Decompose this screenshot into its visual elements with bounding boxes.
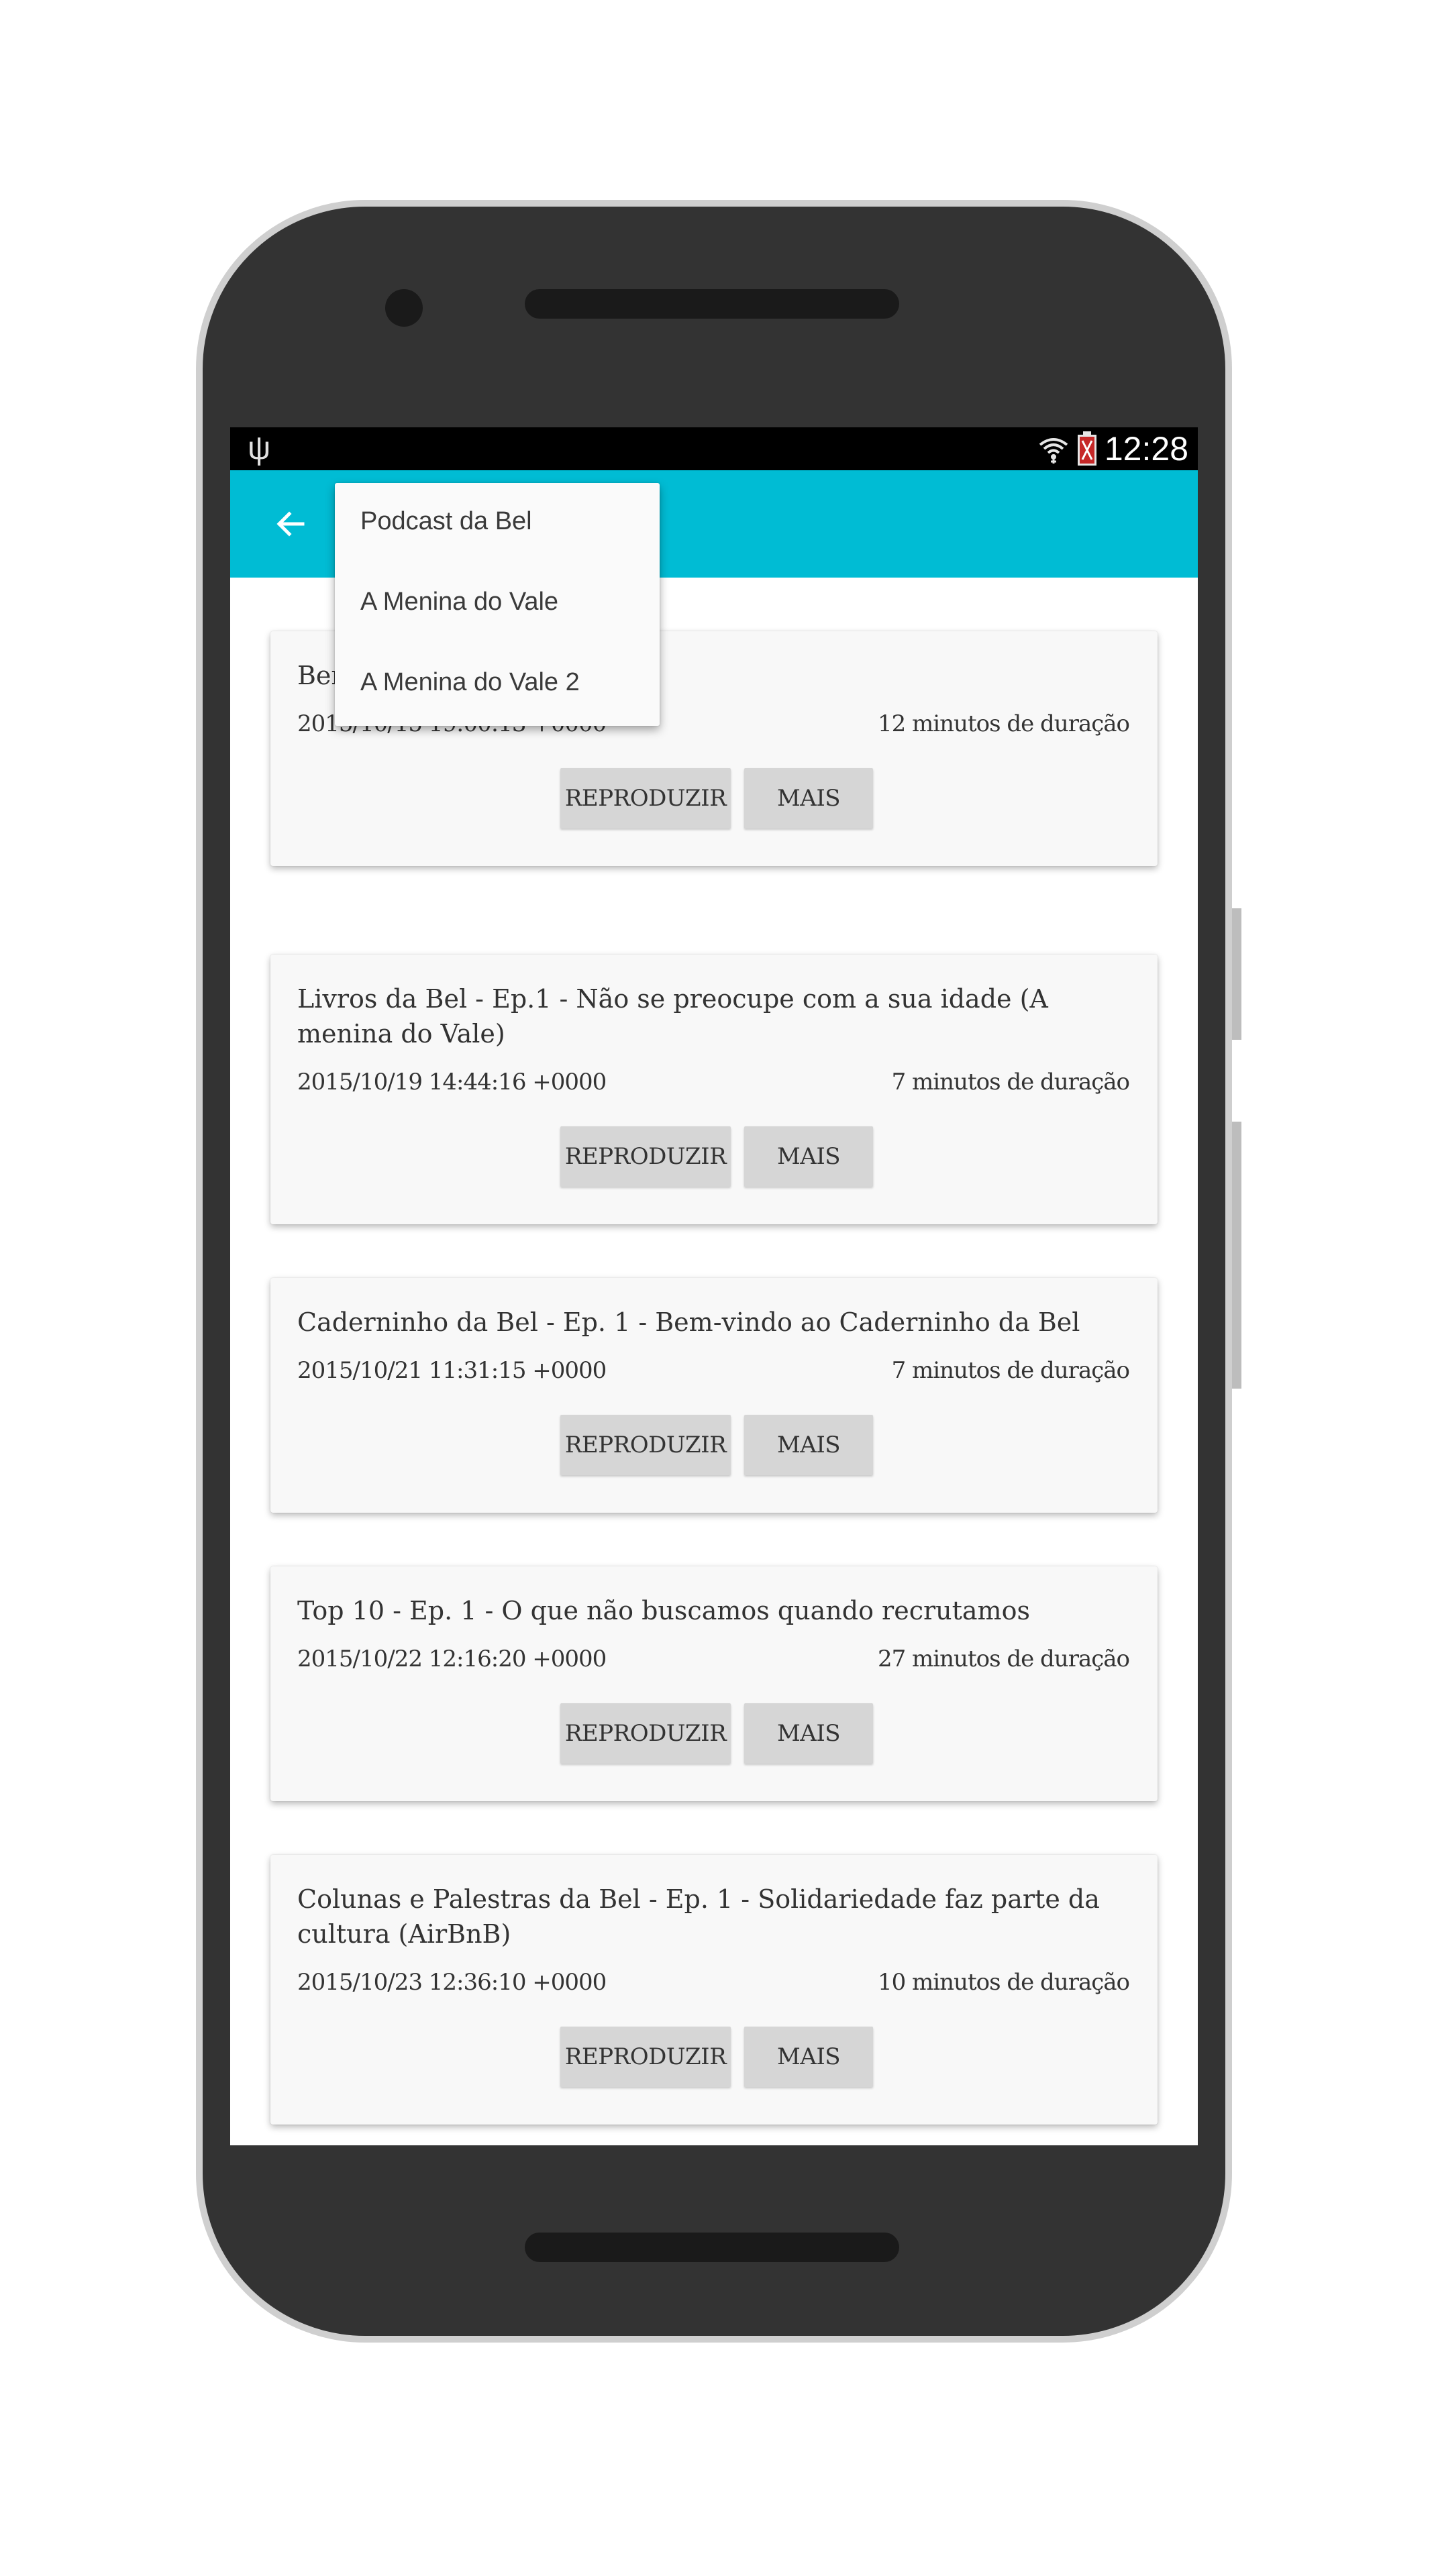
usb-icon: ψ bbox=[248, 431, 271, 466]
status-icons: 12:28 bbox=[1037, 427, 1188, 470]
episode-list[interactable]: Ben 2015/10/15 19:00:13 +0000 12 minutos… bbox=[230, 578, 1198, 2145]
episode-date: 2015/10/22 12:16:20 +0000 bbox=[297, 1646, 607, 1672]
volume-button bbox=[1232, 1122, 1241, 1389]
front-camera bbox=[385, 289, 423, 327]
episode-title: Livros da Bel - Ep.1 - Não se preocupe c… bbox=[297, 984, 1048, 1049]
episode-card: Caderninho da Bel - Ep. 1 - Bem-vindo ao… bbox=[270, 1278, 1158, 1513]
device-screen: ψ 12:28 Ben 12 minutos de duração REPROD… bbox=[230, 427, 1198, 2145]
episode-duration: 10 minutos de duração bbox=[877, 1969, 1130, 1996]
episode-duration: 12 minutos de duração bbox=[877, 710, 1130, 737]
more-button[interactable]: MAIS bbox=[744, 768, 873, 828]
episode-card: Livros da Bel - Ep.1 - Não se preocupe c… bbox=[270, 955, 1158, 1224]
play-button[interactable]: REPRODUZIR bbox=[560, 2027, 731, 2087]
power-button bbox=[1232, 908, 1241, 1040]
episode-duration: 7 minutos de duração bbox=[891, 1069, 1130, 1095]
episode-title: Caderninho da Bel - Ep. 1 - Bem-vindo ao… bbox=[297, 1307, 1080, 1337]
episode-date: 2015/10/23 12:36:10 +0000 bbox=[297, 1969, 607, 1996]
play-button[interactable]: REPRODUZIR bbox=[560, 1415, 731, 1475]
more-button[interactable]: MAIS bbox=[744, 1126, 873, 1187]
bottom-speaker bbox=[525, 2233, 899, 2262]
status-clock: 12:28 bbox=[1104, 430, 1188, 468]
more-button[interactable]: MAIS bbox=[744, 2027, 873, 2087]
episode-duration: 27 minutos de duração bbox=[877, 1646, 1130, 1672]
dropdown-item-podcast-da-bel[interactable]: Podcast da Bel bbox=[360, 507, 532, 536]
play-button[interactable]: REPRODUZIR bbox=[560, 768, 731, 828]
earpiece-speaker bbox=[525, 289, 899, 319]
dropdown-item-a-menina-do-vale[interactable]: A Menina do Vale bbox=[360, 588, 558, 616]
status-bar: ψ 12:28 bbox=[230, 427, 1198, 470]
more-button[interactable]: MAIS bbox=[744, 1703, 873, 1764]
episode-date: 2015/10/19 14:44:16 +0000 bbox=[297, 1069, 607, 1095]
episode-title: Colunas e Palestras da Bel - Ep. 1 - Sol… bbox=[297, 1884, 1100, 1949]
episode-card: Colunas e Palestras da Bel - Ep. 1 - Sol… bbox=[270, 1855, 1158, 2125]
battery-alert-icon bbox=[1076, 431, 1098, 466]
wifi-icon bbox=[1037, 433, 1070, 465]
episode-date: 2015/10/21 11:31:15 +0000 bbox=[297, 1357, 607, 1384]
play-button[interactable]: REPRODUZIR bbox=[560, 1126, 731, 1187]
episode-duration: 7 minutos de duração bbox=[891, 1357, 1130, 1384]
episode-card: Top 10 - Ep. 1 - O que não buscamos quan… bbox=[270, 1566, 1158, 1801]
dropdown-item-a-menina-do-vale-2[interactable]: A Menina do Vale 2 bbox=[360, 668, 580, 697]
play-button[interactable]: REPRODUZIR bbox=[560, 1703, 731, 1764]
episode-title: Top 10 - Ep. 1 - O que não buscamos quan… bbox=[297, 1596, 1030, 1625]
more-button[interactable]: MAIS bbox=[744, 1415, 873, 1475]
podcast-dropdown-menu: Podcast da Bel A Menina do Vale A Menina… bbox=[335, 483, 660, 726]
arrow-back-icon[interactable] bbox=[269, 502, 312, 545]
